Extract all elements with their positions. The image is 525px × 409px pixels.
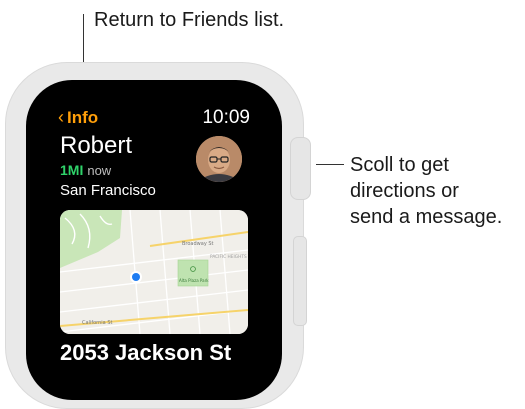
callout-leader-line-right — [316, 164, 344, 165]
map-graphic: Broadway St California St PACIFIC HEIGHT… — [60, 210, 248, 334]
map-label-alta-plaza: Alta Plaza Park — [179, 278, 209, 283]
callout-scroll-tip-line-3: send a message. — [350, 206, 503, 228]
friend-detail-screen: ‹ Info 10:09 Robert 1MI now San Francisc… — [54, 106, 254, 362]
callout-return-to-friends: Return to Friends list. — [94, 9, 285, 31]
back-to-friends-button[interactable]: ‹ Info — [58, 107, 98, 128]
friend-distance: 1MI — [60, 162, 84, 178]
friend-distance-row: 1MI now — [60, 162, 111, 178]
location-dot — [132, 273, 140, 281]
friend-address: 2053 Jackson St — [60, 340, 232, 362]
friend-name: Robert — [60, 132, 133, 159]
map-label-california: California St — [82, 320, 113, 326]
location-updated: now — [87, 163, 112, 178]
map-label-pacific-heights: PACIFIC HEIGHTS — [210, 254, 247, 260]
chevron-left-icon: ‹ — [58, 107, 64, 127]
side-button[interactable] — [293, 236, 307, 326]
avatar — [196, 136, 242, 182]
status-time: 10:09 — [202, 107, 250, 128]
callout-scroll-tip: Scoll to get directions or send a messag… — [350, 152, 525, 230]
callout-scroll-tip-line-1: Scoll to get — [350, 154, 449, 176]
back-label: Info — [67, 107, 99, 127]
friend-city: San Francisco — [60, 182, 156, 199]
map-label-broadway: Broadway St — [182, 241, 214, 247]
callout-scroll-tip-line-2: directions or — [350, 180, 459, 202]
location-map[interactable]: Broadway St California St PACIFIC HEIGHT… — [60, 210, 248, 334]
digital-crown[interactable] — [290, 137, 311, 200]
avatar-photo — [196, 136, 242, 182]
